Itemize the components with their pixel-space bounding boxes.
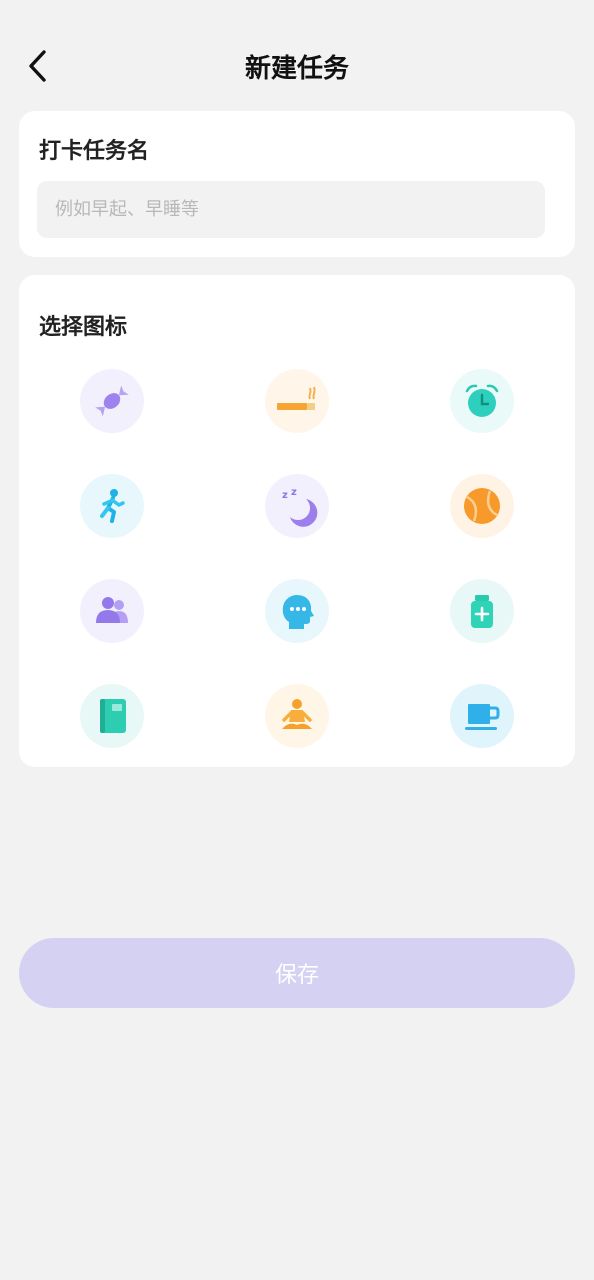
icon-bubble: [450, 474, 515, 538]
icon-option-coffee[interactable]: [390, 684, 575, 748]
candy-icon: [94, 385, 129, 417]
meditation-icon: [281, 699, 312, 729]
alarm-clock-icon: [466, 384, 499, 417]
icon-bubble: [264, 579, 329, 643]
page-title: 新建任务: [244, 54, 349, 84]
coffee-cup-icon: [465, 704, 500, 730]
icon-option-people[interactable]: [19, 579, 204, 643]
icon-bubble: [79, 474, 144, 538]
task-name-input[interactable]: [37, 181, 545, 238]
icon-option-meditation[interactable]: [204, 684, 389, 748]
svg-text:z: z: [282, 490, 288, 501]
icon-option-candy[interactable]: [19, 369, 204, 433]
icon-picker-label: 选择图标: [39, 315, 128, 340]
sleep-moon-icon: z z: [282, 487, 318, 527]
icon-bubble: [79, 369, 144, 433]
task-name-card: 打卡任务名: [19, 111, 575, 257]
icon-bubble: [450, 684, 515, 748]
icon-bubble: [264, 369, 329, 433]
icon-bubble: [264, 684, 329, 748]
icon-option-tennis[interactable]: [390, 474, 575, 538]
head-thinking-icon: [282, 595, 314, 629]
icon-option-sleep[interactable]: z z: [204, 474, 389, 538]
icon-option-alarm[interactable]: [390, 369, 575, 433]
save-button[interactable]: 保存: [19, 938, 575, 1008]
icon-option-medicine[interactable]: [390, 579, 575, 643]
icon-bubble: z z: [264, 474, 329, 538]
cigarette-icon: [276, 386, 316, 410]
notebook-icon: [99, 699, 126, 733]
new-task-page: 新建任务 打卡任务名 选择图标: [0, 0, 594, 1280]
icon-picker-card: 选择图标 z z: [19, 275, 575, 767]
icon-option-notebook[interactable]: [19, 684, 204, 748]
icon-option-head[interactable]: [204, 579, 389, 643]
icon-bubble: [450, 369, 515, 433]
tennis-ball-icon: [464, 488, 501, 524]
icon-bubble: [79, 579, 144, 643]
svg-text:z: z: [291, 487, 297, 498]
icon-option-cigarette[interactable]: [204, 369, 389, 433]
task-name-label: 打卡任务名: [39, 139, 150, 164]
header: 新建任务: [0, 38, 594, 94]
icon-bubble: [450, 579, 515, 643]
running-person-icon: [99, 489, 125, 523]
icon-grid: z z: [19, 369, 575, 748]
icon-option-running[interactable]: [19, 474, 204, 538]
medicine-bottle-icon: [471, 595, 494, 628]
people-group-icon: [95, 597, 128, 623]
icon-bubble: [79, 684, 144, 748]
